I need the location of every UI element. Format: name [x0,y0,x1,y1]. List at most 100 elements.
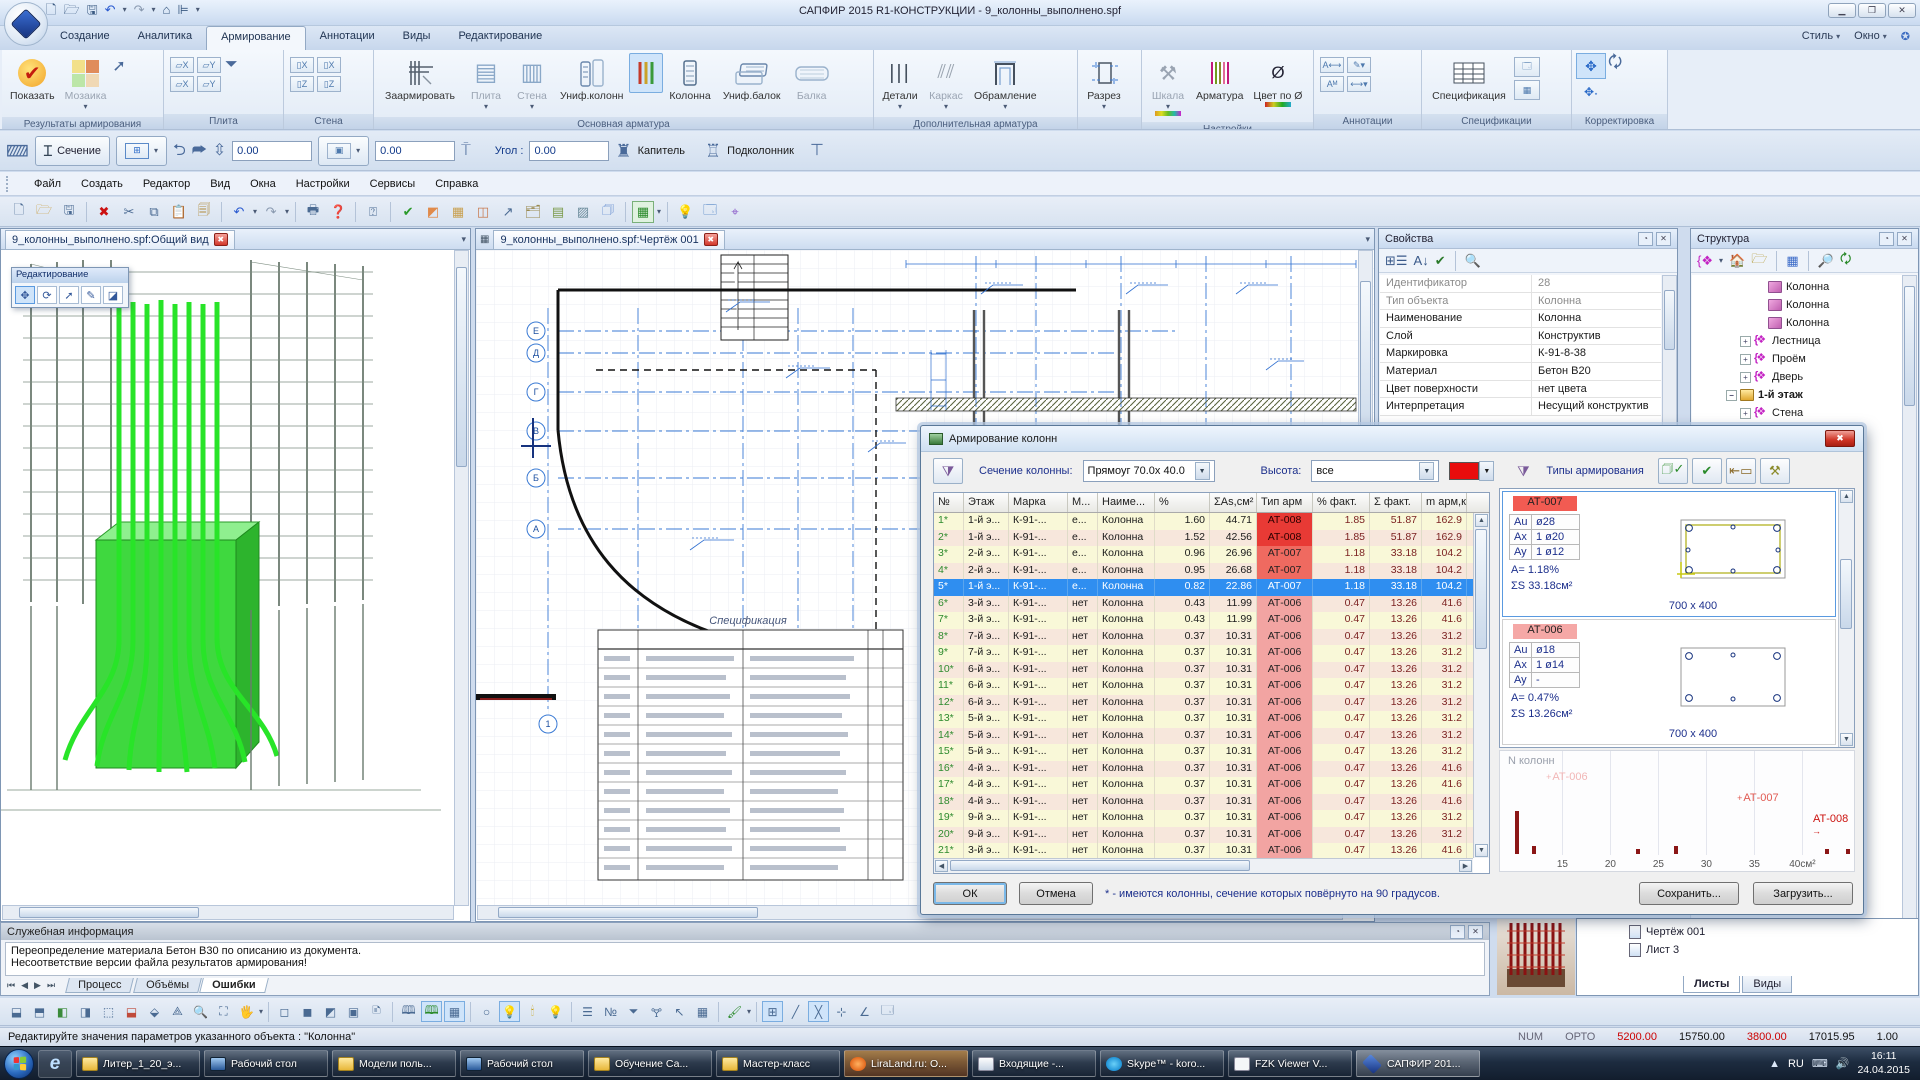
title-bar[interactable]: 🗋 🗁 🖫 ↶▾ ↷▾ ⌂ ⊫ ▾ САПФИР 2015 R1-КОНСТРУ… [0,0,1920,26]
property-row[interactable]: Материал Бетон В20 [1380,363,1661,381]
proj-back-icon[interactable]: ⬒ [29,1001,50,1022]
taskbar-button[interactable]: Рабочий стол [204,1050,328,1077]
close-button[interactable]: ✕ [1888,3,1916,18]
rebar-type-card-at006[interactable]: АТ-006 Auø18 Ax1 ø14 Ay- A= 0.47% ΣS 13.… [1502,619,1836,745]
snap-ortho-icon[interactable]: 🗔 [877,1001,898,1022]
view-3d-canvas[interactable] [1,250,470,922]
dialog-close-button[interactable]: ✖ [1825,430,1855,447]
messages-tab[interactable]: Объёмы [133,978,202,993]
capital-label[interactable]: Капитель [638,145,685,157]
lamp-group-icon[interactable]: 🕯 [522,1001,543,1022]
copy-icon[interactable]: ⧉ [143,201,165,223]
pin-icon[interactable]: ⍑ [461,143,471,159]
book-green-icon[interactable]: 🕮 [421,1001,442,1022]
check-all-types-button[interactable]: 🗇✓ [1658,458,1688,484]
tree-item[interactable]: Колонна [1754,278,1917,296]
lamp-single-icon[interactable]: 💡 [545,1001,566,1022]
menu-item[interactable]: Вид [200,175,240,193]
sheets-tab[interactable]: Виды [1742,976,1792,993]
tee-icon[interactable]: ⊤ [810,143,824,159]
mosaic-button[interactable]: Мозаика▾ [61,53,111,114]
table-row[interactable]: 11* 6-й э... К-91-... нет Колонна 0.37 1… [934,678,1473,695]
iso-icon[interactable]: ⬙ [144,1001,165,1022]
column-header[interactable]: Наиме... [1098,493,1155,512]
save-types-button[interactable]: Сохранить... [1639,882,1739,905]
property-row[interactable]: Тип объекта Колонна [1380,293,1661,311]
view-3d-tab-menu-icon[interactable]: ▾ [461,234,466,245]
unified-columns-button[interactable]: Униф.колонн [556,53,627,105]
tree-expander-icon[interactable]: + [1740,372,1751,383]
green-grid-icon[interactable]: ▦ [632,201,654,223]
mosaic2-icon[interactable]: ◩ [422,201,444,223]
move-point-icon[interactable]: ✥˖ [1576,81,1606,103]
axes-icon[interactable]: ⌖ [724,201,746,223]
taskbar-button[interactable]: Входящие -... [972,1050,1096,1077]
apply-icon[interactable]: 🖌 [724,1001,745,1022]
view-3d-hscrollbar[interactable] [2,905,454,920]
structure-close-icon[interactable]: ✕ [1897,232,1912,246]
dialog-title-bar[interactable]: Армирование колонн ✖ [921,426,1863,452]
color-by-diameter-button[interactable]: Ø Цвет по Ø [1249,53,1306,110]
paste-special-icon[interactable]: 🗐 [193,201,215,223]
save2-icon[interactable]: 🖫 [58,201,80,223]
sort-az-icon[interactable]: A↓ [1414,253,1429,268]
pan-icon[interactable]: 🖐 [236,1001,257,1022]
taskbar-button[interactable]: Skype™ - koro... [1100,1050,1224,1077]
view-3d-tab[interactable]: 9_колонны_выполнено.spf:Общий вид ✖ [5,230,235,249]
tree-expander-icon[interactable]: + [1740,336,1751,347]
zoom-fit-icon[interactable]: ⛶ [213,1001,234,1022]
table-snap-icon[interactable]: ▦ [444,1001,465,1022]
filter2-icon[interactable]: 🝖 [646,1001,667,1022]
table-row[interactable]: 12* 6-й э... К-91-... нет Колонна 0.37 1… [934,695,1473,712]
ribbon-tab[interactable]: Виды [389,26,445,50]
delete-icon[interactable]: ✖ [93,201,115,223]
frame-button[interactable]: Обрамление▾ [970,53,1041,114]
column-header[interactable]: ΣAs,см² [1210,493,1257,512]
drawing-tab[interactable]: 9_колонны_выполнено.spf:Чертёж 001 ✖ [493,230,724,249]
angle-field[interactable] [529,141,609,161]
minimize-button[interactable]: ▁ [1828,3,1856,18]
table-row[interactable]: 8* 7-й э... К-91-... нет Колонна 0.37 10… [934,629,1473,646]
taskbar-button[interactable]: Модели поль... [332,1050,456,1077]
mesh-icon[interactable]: ▤ [547,201,569,223]
pedestal-icon[interactable]: ♖ [705,142,721,160]
open-icon[interactable]: 🗁 [33,201,55,223]
taskbar-button[interactable]: FZK Viewer V... [1228,1050,1352,1077]
cancel-button[interactable]: Отмена [1019,882,1093,905]
tree-expander-icon[interactable]: + [1740,408,1751,419]
column-header[interactable]: М... [1068,493,1098,512]
tree-item[interactable]: Колонна [1754,314,1917,332]
ribbon-tab[interactable]: Редактирование [444,26,556,50]
table-row[interactable]: 10* 6-й э... К-91-... нет Колонна 0.37 1… [934,662,1473,679]
ribbon-tab[interactable]: Аннотации [306,26,389,50]
table-row[interactable]: 19* 9-й э... К-91-... нет Колонна 0.37 1… [934,810,1473,827]
tree-expander-icon[interactable] [1754,300,1765,311]
refresh-icon[interactable]: 🗘 [1840,250,1852,272]
arrow-tool-icon[interactable]: ➚ [112,59,125,75]
tree-expander-icon[interactable] [1754,282,1765,293]
hatch-icon[interactable]: ▨ [572,201,594,223]
section-cut-button[interactable]: Разрез▾ [1082,53,1126,114]
print-icon[interactable]: 🖶 [302,201,324,223]
property-row[interactable]: Интерпретация Несущий конструктив [1380,398,1661,416]
edit-palette[interactable]: Редактирование ✥ ⟳ ➚ ✎ ◪ [11,267,129,308]
table-row[interactable]: 9* 7-й э... К-91-... нет Колонна 0.37 10… [934,645,1473,662]
table2-icon[interactable]: ▦ [692,1001,713,1022]
table-row[interactable]: 18* 4-й э... К-91-... нет Колонна 0.37 1… [934,794,1473,811]
rebar-type-card-at007[interactable]: АТ-007 Auø28 Ax1 ø20 Ay1 ø12 A= 1.18% ΣS… [1502,491,1836,617]
menu-item[interactable]: Файл [24,175,71,193]
snap-cross-icon[interactable]: ╳ [808,1001,829,1022]
column-header[interactable]: % факт. [1313,493,1370,512]
lamp-off-icon[interactable]: ○ [476,1001,497,1022]
offset-icon[interactable]: ⮫ [192,143,207,159]
snap-angle-icon[interactable]: ∠ [854,1001,875,1022]
edit-palette-title[interactable]: Редактирование [12,268,128,283]
properties-vscrollbar[interactable] [1662,275,1677,426]
categorize-icon[interactable]: ⊞☰ [1385,253,1408,269]
view-3d-close-icon[interactable]: ✖ [214,233,228,246]
capital-icon[interactable]: ♜ [615,142,631,160]
show-results-button[interactable]: ✔ Показать [6,53,59,105]
book-icon[interactable]: 🗂 [522,201,544,223]
table-row[interactable]: 13* 5-й э... К-91-... нет Колонна 0.37 1… [934,711,1473,728]
property-row[interactable]: Цвет поверхности нет цвета [1380,381,1661,399]
